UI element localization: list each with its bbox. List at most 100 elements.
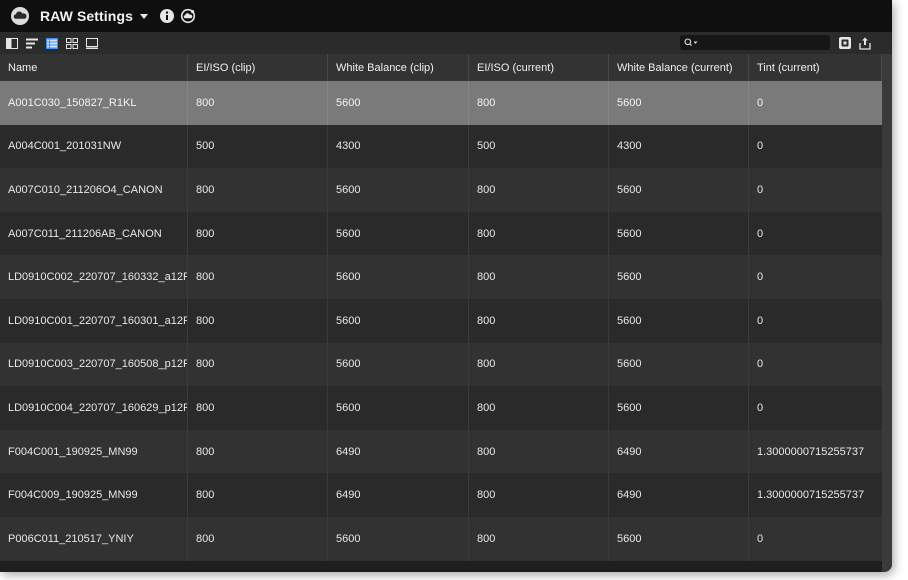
white-balance-current-cell: 5600 [609, 255, 749, 299]
white-balance-current-cell: 5600 [609, 386, 749, 430]
clip-name-cell: F004C001_190925_MN99 [0, 429, 188, 474]
vertical-scrollbar[interactable] [882, 54, 892, 572]
white-balance-current-cell: 5600 [609, 342, 749, 387]
ei-iso-current-cell: 800 [469, 211, 609, 256]
toolbar [0, 32, 892, 54]
white-balance-current-cell: 5600 [609, 298, 749, 343]
table-row[interactable]: A004C001_201031NW 500 4300 500 4300 0 [0, 124, 882, 169]
ei-iso-clip-cell: 800 [188, 211, 328, 256]
white-balance-clip-cell: 5600 [328, 298, 469, 343]
ei-iso-clip-cell: 800 [188, 516, 328, 561]
tint-current-cell: 0 [757, 227, 764, 240]
ei-iso-clip-cell: 800 [188, 473, 328, 517]
ei-iso-current-cell: 800 [469, 342, 609, 387]
clip-name-cell: A007C010_211206O4_CANON [0, 168, 188, 212]
raw-settings-window: RAW Settings Name EI/ISO (clip) White Ba… [0, 0, 892, 572]
table-row[interactable]: A007C010_211206O4_CANON 800 5600 800 560… [0, 168, 882, 212]
white-balance-clip-cell: 4300 [328, 124, 469, 169]
tint-current-cell: 1.3000000715255737 [757, 445, 865, 458]
title-bar: RAW Settings [0, 0, 892, 32]
share-icon[interactable] [858, 36, 872, 50]
tint-current-cell: 0 [757, 358, 764, 371]
white-balance-clip-cell: 5600 [328, 516, 469, 561]
white-balance-current-cell: 5600 [609, 81, 749, 125]
column-header-name[interactable]: Name [0, 54, 188, 81]
ei-iso-current-cell: 800 [469, 168, 609, 212]
table-header: Name EI/ISO (clip) White Balance (clip) … [0, 54, 882, 81]
table-row[interactable]: F004C009_190925_MN99 800 6490 800 6490 1… [0, 473, 882, 517]
chevron-down-icon[interactable] [139, 11, 149, 21]
clip-name-cell: A001C030_150827_R1KL [0, 81, 188, 125]
table-row[interactable]: LD0910C003_220707_160508_p12R1_3 800 560… [0, 342, 882, 387]
ei-iso-clip-cell: 800 [188, 255, 328, 299]
ei-iso-clip-cell: 800 [188, 429, 328, 474]
table-row[interactable]: LD0910C001_220707_160301_a12R1_3. 800 56… [0, 298, 882, 343]
table-row[interactable]: A001C030_150827_R1KL 800 5600 800 5600 0 [0, 81, 882, 125]
list-view-icon[interactable] [45, 36, 59, 50]
clip-name-cell: LD0910C002_220707_160332_a12R1_3. [0, 255, 188, 299]
white-balance-clip-cell: 5600 [328, 386, 469, 430]
ei-iso-clip-cell: 800 [188, 342, 328, 387]
grid-view-icon[interactable] [65, 36, 79, 50]
tint-current-cell: 1.3000000715255737 [757, 489, 865, 502]
ei-iso-current-cell: 800 [469, 255, 609, 299]
ei-iso-current-cell: 800 [469, 81, 609, 125]
window-title[interactable]: RAW Settings [40, 8, 133, 24]
column-header-white-balance-clip[interactable]: White Balance (clip) [328, 54, 469, 81]
info-icon[interactable] [159, 8, 175, 24]
white-balance-clip-cell: 5600 [328, 342, 469, 387]
clip-name-cell: LD0910C001_220707_160301_a12R1_3. [0, 298, 188, 343]
tint-current-cell: 0 [757, 271, 764, 284]
ei-iso-current-cell: 800 [469, 429, 609, 474]
search-input[interactable] [700, 36, 818, 49]
tint-current-cell: 0 [757, 96, 764, 109]
list-indent-icon[interactable] [25, 36, 39, 50]
table-row[interactable]: LD0910C004_220707_160629_p12R1_3 800 560… [0, 386, 882, 430]
white-balance-current-cell: 6490 [609, 473, 749, 517]
column-header-white-balance-current[interactable]: White Balance (current) [609, 54, 749, 81]
ei-iso-current-cell: 800 [469, 516, 609, 561]
white-balance-clip-cell: 5600 [328, 211, 469, 256]
clip-name-cell: LD0910C003_220707_160508_p12R1_3 [0, 342, 188, 387]
white-balance-clip-cell: 5600 [328, 81, 469, 125]
tint-current-cell: 0 [757, 140, 764, 153]
ei-iso-clip-cell: 800 [188, 298, 328, 343]
ei-iso-clip-cell: 800 [188, 386, 328, 430]
column-header-ei-iso-current[interactable]: EI/ISO (current) [469, 54, 609, 81]
table-row[interactable]: F004C001_190925_MN99 800 6490 800 6490 1… [0, 429, 882, 474]
ei-iso-clip-cell: 500 [188, 124, 328, 169]
viewer-icon[interactable] [85, 36, 99, 50]
white-balance-clip-cell: 6490 [328, 473, 469, 517]
white-balance-clip-cell: 5600 [328, 168, 469, 212]
clip-name-cell: LD0910C004_220707_160629_p12R1_3 [0, 386, 188, 430]
tint-current-cell: 0 [757, 183, 764, 196]
tint-current-cell: 0 [757, 314, 764, 327]
search-icon[interactable] [684, 37, 698, 49]
table-row[interactable]: A007C011_211206AB_CANON 800 5600 800 560… [0, 211, 882, 256]
white-balance-current-cell: 5600 [609, 168, 749, 212]
white-balance-current-cell: 6490 [609, 429, 749, 474]
table-row[interactable]: P006C011_210517_YNIY 800 5600 800 5600 0 [0, 516, 882, 561]
tint-current-cell: 0 [757, 401, 764, 414]
ei-iso-clip-cell: 800 [188, 81, 328, 125]
column-header-tint-current[interactable]: Tint (current) [749, 54, 882, 81]
clip-name-cell: A007C011_211206AB_CANON [0, 211, 188, 256]
table-row[interactable]: LD0910C002_220707_160332_a12R1_3. 800 56… [0, 255, 882, 299]
cloud-icon [10, 6, 30, 26]
white-balance-current-cell: 5600 [609, 211, 749, 256]
white-balance-clip-cell: 5600 [328, 255, 469, 299]
ei-iso-current-cell: 800 [469, 473, 609, 517]
clip-name-cell: F004C009_190925_MN99 [0, 473, 188, 517]
search-field[interactable] [680, 35, 830, 50]
ei-iso-clip-cell: 800 [188, 168, 328, 212]
raw-settings-table: Name EI/ISO (clip) White Balance (clip) … [0, 54, 882, 572]
cloud-sync-icon[interactable] [180, 8, 196, 24]
white-balance-current-cell: 4300 [609, 124, 749, 169]
sidebar-toggle-icon[interactable] [5, 36, 19, 50]
white-balance-clip-cell: 6490 [328, 429, 469, 474]
tint-current-cell: 0 [757, 532, 764, 545]
ei-iso-current-cell: 500 [469, 124, 609, 169]
options-icon[interactable] [838, 36, 852, 50]
column-header-ei-iso-clip[interactable]: EI/ISO (clip) [188, 54, 328, 81]
clip-name-cell: P006C011_210517_YNIY [0, 516, 188, 561]
